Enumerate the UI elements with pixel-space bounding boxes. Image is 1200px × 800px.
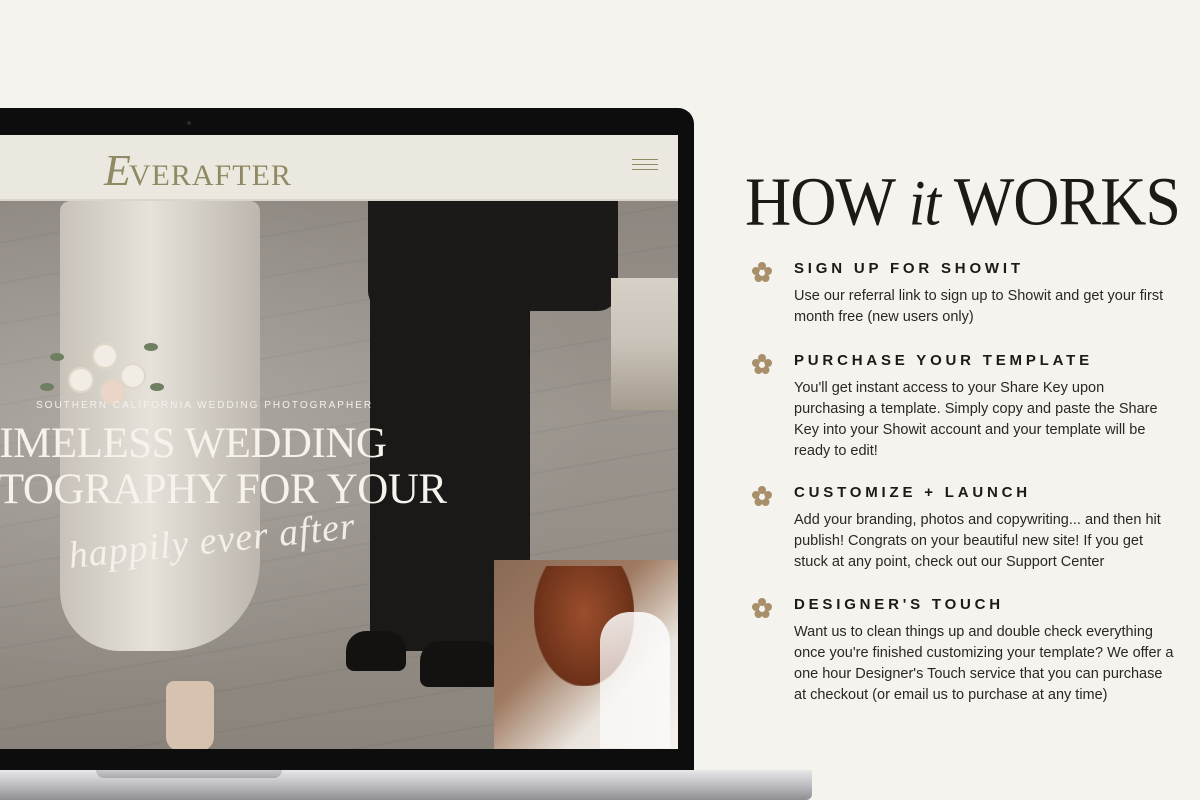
flower-icon <box>752 262 772 282</box>
laptop-notch <box>96 770 282 778</box>
how-it-works-title: HOW it WORKS <box>745 163 1181 240</box>
step-heading: DESIGNER'S TOUCH <box>794 596 1004 613</box>
step-description: Want us to clean things up and double ch… <box>794 624 1174 703</box>
groom-shoe <box>346 631 406 671</box>
flower-icon <box>752 486 772 506</box>
bride-shoe <box>166 681 214 749</box>
site-header: EVERAFTER <box>0 135 678 201</box>
step-1: SIGN UP FOR SHOWIT Use our referral link… <box>750 260 1180 330</box>
step-heading: SIGN UP FOR SHOWIT <box>794 260 1024 277</box>
step-description: Add your branding, photos and copywritin… <box>794 512 1161 570</box>
site-logo[interactable]: EVERAFTER <box>104 145 292 196</box>
gallery-thumbnail-couple <box>611 278 678 410</box>
step-4: DESIGNER'S TOUCH Want us to clean things… <box>750 596 1180 726</box>
step-description: You'll get instant access to your Share … <box>794 380 1158 459</box>
step-2: PURCHASE YOUR TEMPLATE You'll get instan… <box>750 352 1180 462</box>
bride-veil <box>600 612 670 748</box>
step-3: CUSTOMIZE + LAUNCH Add your branding, ph… <box>750 484 1180 574</box>
flower-icon <box>752 598 772 618</box>
step-heading: CUSTOMIZE + LAUNCH <box>794 484 1031 501</box>
laptop-camera <box>187 121 191 125</box>
hero-title: TIMELESS WEDDING PHOTOGRAPHY FOR YOUR <box>0 420 447 513</box>
groom-shoe <box>420 641 500 687</box>
hamburger-menu-icon[interactable] <box>632 159 658 171</box>
step-description: Use our referral link to sign up to Show… <box>794 288 1164 325</box>
flower-icon <box>752 354 772 374</box>
step-heading: PURCHASE YOUR TEMPLATE <box>794 352 1093 369</box>
hero-subtitle: SOUTHERN CALIFORNIA WEDDING PHOTOGRAPHER <box>36 400 374 411</box>
